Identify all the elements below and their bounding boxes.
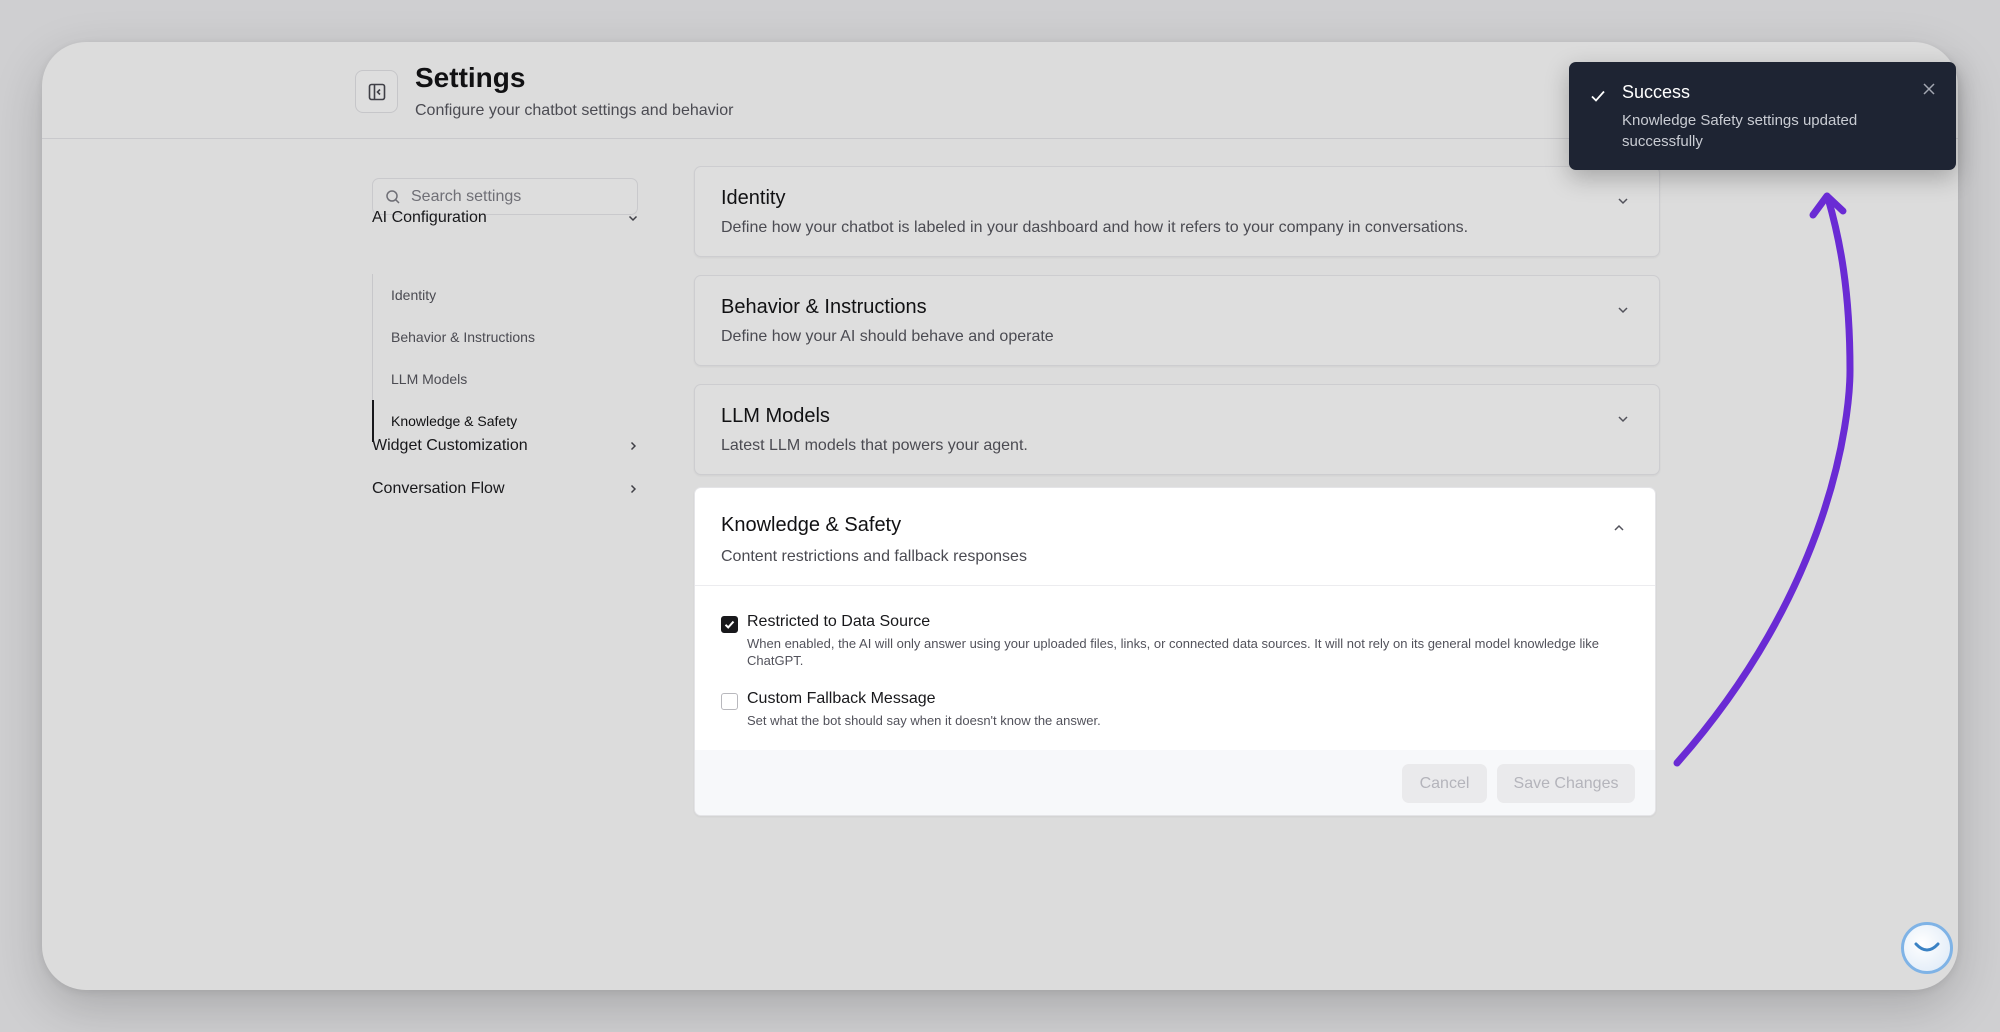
annotation-arrow <box>1673 192 1854 767</box>
